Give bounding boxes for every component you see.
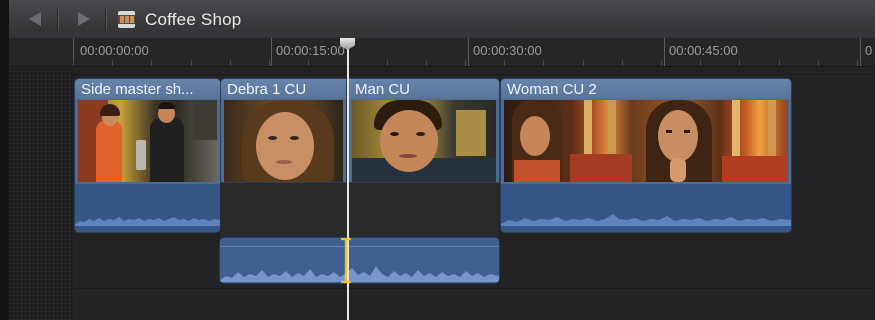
ruler-minor-tick	[543, 60, 544, 66]
back-arrow-icon	[29, 12, 41, 26]
clip-filmstrip	[352, 100, 496, 182]
ruler-minor-tick	[857, 60, 858, 66]
waveform	[220, 266, 499, 282]
ruler-timecode: 00:00:15:00	[276, 43, 345, 58]
clip-filmstrip	[78, 100, 217, 182]
clip-side-master-shot[interactable]: Side master sh...	[74, 78, 221, 233]
ruler-minor-tick	[426, 60, 427, 66]
clip-filmstrip	[504, 100, 788, 182]
ruler-minor-tick	[230, 60, 231, 66]
clip-label: Side master sh...	[81, 81, 194, 98]
ruler-tick	[271, 38, 272, 66]
clip-audio-waveform	[501, 184, 791, 232]
waveform	[501, 214, 791, 226]
forward-button[interactable]	[73, 9, 95, 29]
back-button[interactable]	[24, 9, 46, 29]
timeline-gutter	[9, 67, 73, 320]
clip-debra-1-cu[interactable]: Debra 1 CU	[220, 78, 347, 183]
ruler-tick	[468, 38, 469, 66]
empty-audio-lane	[220, 183, 499, 237]
connected-audio-clip[interactable]	[219, 237, 500, 284]
clip-filmstrip	[224, 100, 343, 182]
clip-header: Debra 1 CU	[221, 79, 346, 99]
clip-label: Debra 1 CU	[227, 81, 307, 98]
ruler-minor-tick	[73, 60, 74, 66]
ruler-timecode: 00:00:00:00	[80, 43, 149, 58]
clip-label: Woman CU 2	[507, 81, 597, 98]
lane-divider	[73, 74, 875, 75]
ruler-minor-tick	[739, 60, 740, 66]
ruler-minor-tick	[779, 60, 780, 66]
ruler-minor-tick	[269, 60, 270, 66]
ruler-minor-tick	[661, 60, 662, 66]
ruler-minor-tick	[308, 60, 309, 66]
ruler-tick	[664, 38, 665, 66]
ruler-minor-tick	[504, 60, 505, 66]
clip-header: Side master sh...	[75, 79, 220, 99]
ruler-timecode: 00:00:45:00	[669, 43, 738, 58]
ruler-minor-tick	[191, 60, 192, 66]
ruler-minor-tick	[112, 60, 113, 66]
ruler-minor-tick	[583, 60, 584, 66]
trim-bracket-icon[interactable]	[340, 237, 352, 284]
forward-arrow-icon	[78, 12, 90, 26]
clip-header: Woman CU 2	[501, 79, 791, 99]
clip-header: Man CU	[349, 79, 499, 99]
timecode-ruler[interactable]: 00:00:00:00 00:00:15:00 00:00:30:00 00:0…	[9, 38, 875, 67]
ruler-minor-tick	[465, 60, 466, 66]
title-bar: Coffee Shop	[9, 0, 875, 39]
ruler-minor-tick	[151, 60, 152, 66]
ruler-timecode: 00:00:30:00	[473, 43, 542, 58]
ruler-minor-tick	[700, 60, 701, 66]
clip-woman-cu-2[interactable]: Woman CU 2	[500, 78, 792, 233]
ruler-minor-tick	[622, 60, 623, 66]
clip-label: Man CU	[355, 81, 411, 98]
clip-man-cu[interactable]: Man CU	[348, 78, 500, 183]
divider	[57, 8, 58, 30]
lane-divider	[73, 288, 875, 289]
waveform	[75, 217, 220, 226]
left-edge-strip	[0, 0, 9, 320]
ruler-minor-tick	[818, 60, 819, 66]
ruler-tick	[860, 38, 861, 66]
clip-audio-waveform	[75, 184, 220, 232]
project-title: Coffee Shop	[145, 10, 242, 29]
divider	[105, 8, 106, 30]
project-icon	[118, 11, 135, 28]
ruler-timecode: 0	[865, 43, 873, 58]
ruler-minor-tick	[387, 60, 388, 66]
timeline-window: Coffee Shop 00:00:00:00 00:00:15:00 00:0…	[0, 0, 875, 320]
